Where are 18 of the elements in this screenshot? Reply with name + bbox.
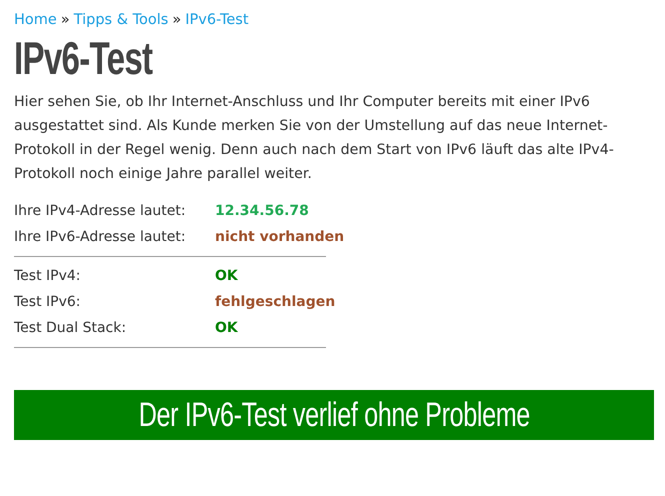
result-banner: Der IPv6-Test verlief ohne Probleme [14,390,654,440]
breadcrumb-link[interactable]: Home [14,12,57,28]
row-label: Test IPv4: [14,267,82,286]
row-value: nicht vorhanden [215,228,344,247]
breadcrumb-link[interactable]: Tipps & Tools [74,12,168,28]
row-label: Ihre IPv4-Adresse lautet: [14,202,187,221]
row-label: Test IPv6: [14,293,82,312]
row-value: 12.34.56.78 [215,202,310,221]
breadcrumb-separator: » [172,12,182,28]
row-label: Test Dual Stack: [14,319,128,338]
row-value: fehlgeschlagen [215,293,336,312]
breadcrumb-link[interactable]: IPv6-Test [185,12,249,28]
intro-paragraph: Hier sehen Sie, ob Ihr Internet-Anschluss und Ihr Computer bereits mit einer IPv6 ausgestattet sind. Als Kunde merken Sie von der Umstellung auf das neue Internet-Protokoll in der Regel wenig. Denn auch nach dem Start von IPv6 läuft das alte IPv4-Protokoll noch einige Jahre parallel weiter. [14,93,615,184]
row-value: OK [215,267,239,286]
page-title: IPv6-Test [14,32,152,84]
row-label: Ihre IPv6-Adresse lautet: [14,228,187,247]
row-value: OK [215,319,239,338]
breadcrumb-separator: » [60,12,70,28]
